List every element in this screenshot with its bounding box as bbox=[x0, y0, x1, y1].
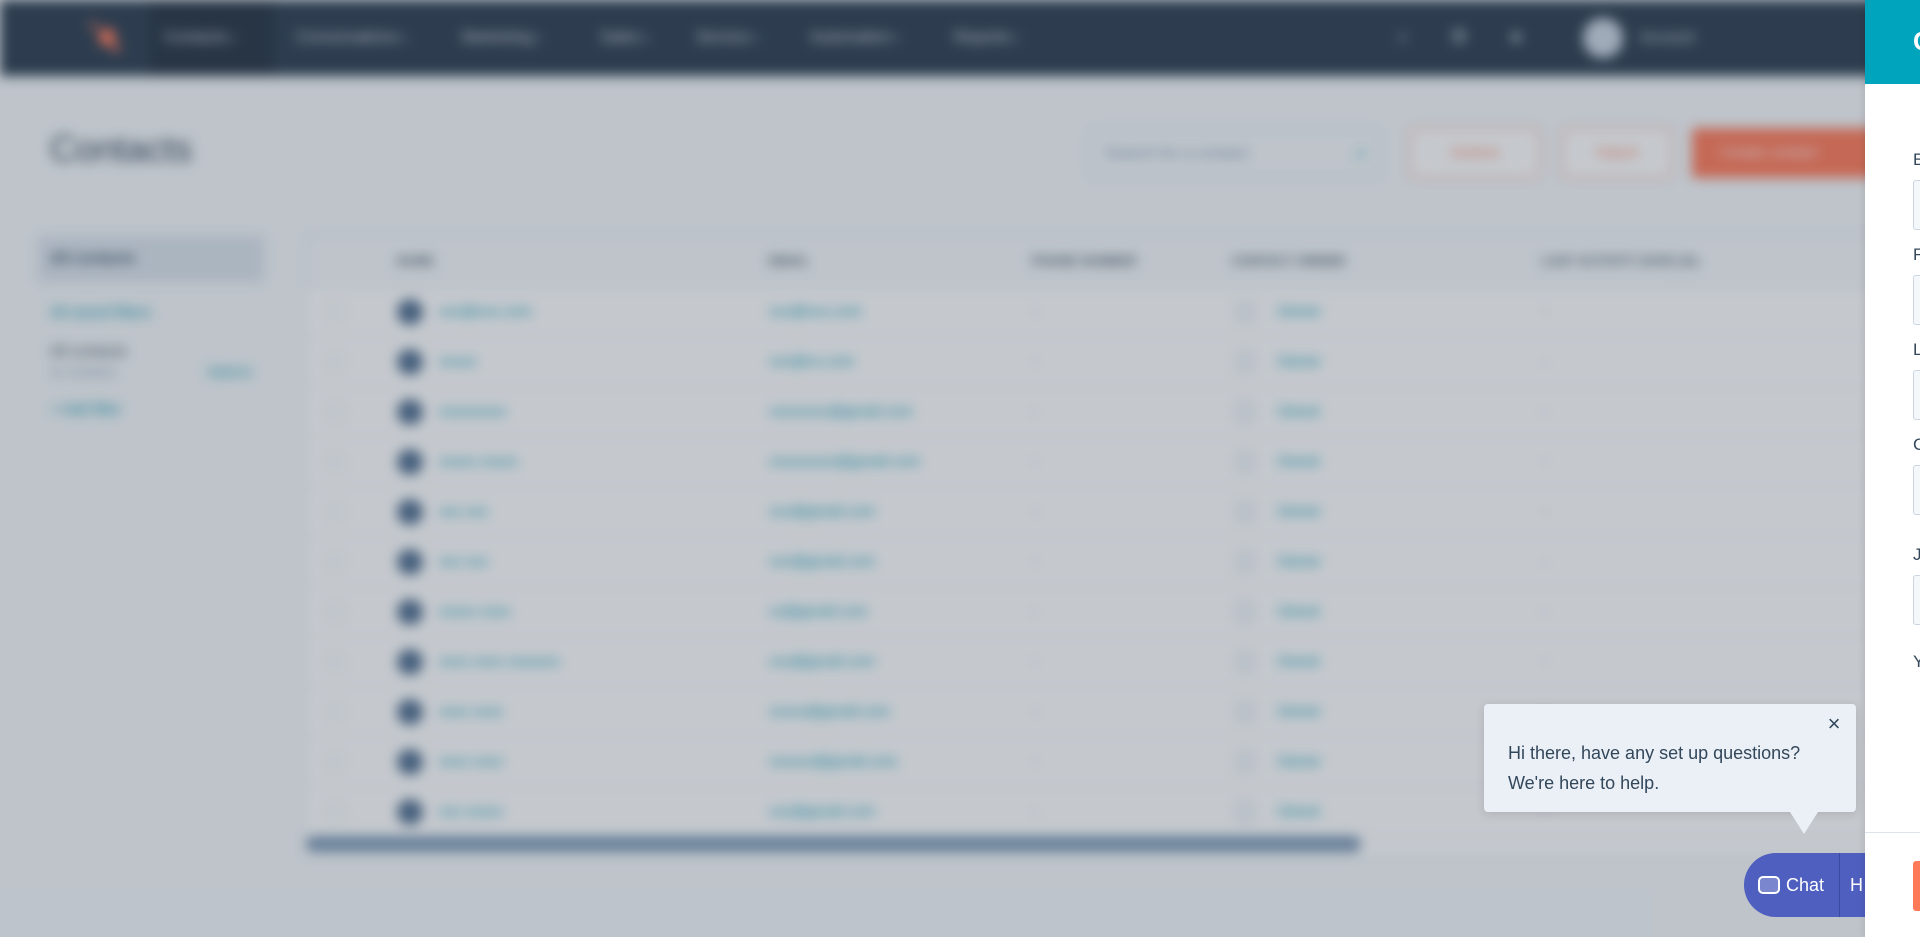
chat-message-line: We're here to help. bbox=[1508, 773, 1660, 793]
field-label-lifecycle: Y bbox=[1913, 652, 1920, 671]
chat-welcome-popup: × Hi there, have any set up questions? W… bbox=[1484, 704, 1856, 834]
create-contact-panel: C E F L C J Y bbox=[1865, 0, 1920, 937]
job-title-input[interactable] bbox=[1913, 575, 1920, 625]
popup-pointer bbox=[1790, 812, 1818, 834]
field-label-email: E bbox=[1913, 150, 1920, 169]
chat-launcher: Chat H bbox=[1744, 853, 1865, 917]
chat-bubble-icon bbox=[1758, 876, 1780, 894]
chat-welcome-message: Hi there, have any set up questions? We'… bbox=[1508, 738, 1808, 798]
help-button[interactable]: H bbox=[1850, 853, 1863, 917]
email-input[interactable] bbox=[1913, 180, 1920, 230]
panel-header: C bbox=[1865, 0, 1920, 84]
panel-footer bbox=[1865, 832, 1920, 937]
field-label-job-title: J bbox=[1913, 545, 1920, 564]
create-button[interactable] bbox=[1913, 861, 1920, 911]
chat-button-label: Chat bbox=[1786, 875, 1825, 895]
field-label-contact-owner: C bbox=[1913, 435, 1920, 454]
close-icon[interactable]: × bbox=[1822, 712, 1846, 736]
chat-message-line: Hi there, have any set up questions? bbox=[1508, 743, 1801, 763]
chat-button[interactable]: Chat bbox=[1744, 853, 1838, 917]
divider bbox=[1839, 853, 1840, 917]
panel-title: C bbox=[1913, 26, 1920, 57]
field-label-first-name: F bbox=[1913, 245, 1920, 264]
last-name-input[interactable] bbox=[1913, 370, 1920, 420]
field-label-last-name: L bbox=[1913, 340, 1920, 359]
contact-owner-select[interactable] bbox=[1913, 465, 1920, 515]
first-name-input[interactable] bbox=[1913, 275, 1920, 325]
